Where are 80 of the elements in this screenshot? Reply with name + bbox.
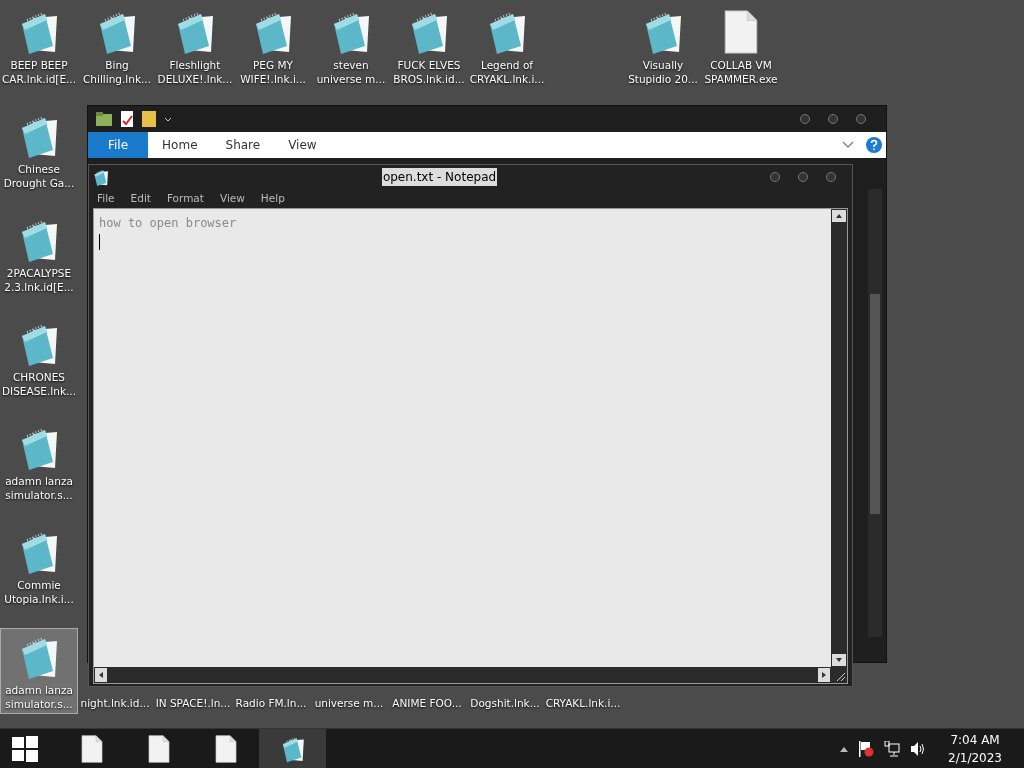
icon-label: Radio FM.ln... (234, 696, 308, 710)
document-icon[interactable] (120, 111, 134, 127)
desktop-icon[interactable]: adamn lanza simulator.s... (0, 420, 78, 506)
desktop-icon[interactable]: FUCK ELVES BROS.lnk.id... (390, 4, 468, 90)
desktop-icon[interactable]: 2PACALYPSE 2.3.lnk.id[E... (0, 212, 78, 298)
desktop-icon[interactable]: BEEP BEEP CAR.lnk.id[E... (0, 4, 78, 90)
dropdown-icon[interactable] (164, 115, 172, 123)
notepad-icon (93, 168, 109, 186)
menu-item[interactable]: Help (260, 190, 285, 207)
desktop-icon[interactable]: adamn lanza simulator.s... (0, 628, 78, 714)
icon-label: Bing Chilling.lnk... (83, 58, 151, 86)
scrollbar-thumb[interactable] (870, 294, 880, 514)
network-icon[interactable] (884, 740, 901, 757)
close-button[interactable] (826, 172, 836, 182)
icon-label: COLLAB VM SPAMMER.exe (704, 58, 778, 86)
desktop-icon[interactable]: Commie Utopia.lnk.i... (0, 524, 78, 610)
flag-icon[interactable] (858, 740, 875, 757)
icon-label: BEEP BEEP CAR.lnk.id[E... (1, 58, 77, 86)
desktop-icon[interactable]: Bing Chilling.lnk... (78, 4, 156, 90)
desktop-icon[interactable]: COLLAB VM SPAMMER.exe (702, 4, 780, 90)
menu-item[interactable]: Edit (130, 190, 151, 207)
chevron-up-icon[interactable] (840, 745, 849, 752)
icon-label: Legend of CRYAKL.lnk.i... (469, 58, 545, 86)
icon-label: Fleshlight DELUXE!.lnk... (157, 58, 233, 86)
icon-label: universe m... (313, 696, 385, 710)
desktop-icon[interactable]: CHRONES DISEASE.lnk... (0, 316, 78, 402)
scrollbar[interactable] (94, 667, 847, 683)
notepad-icon (280, 734, 305, 763)
icon-label: IN SPACE!.ln... (154, 696, 232, 710)
icon-label: CRYAKL.lnk.i... (544, 696, 622, 710)
scroll-right-icon[interactable] (817, 667, 847, 683)
taskbar-button[interactable] (259, 728, 326, 768)
scroll-left-icon[interactable] (94, 667, 108, 683)
maximize-button[interactable] (828, 114, 838, 124)
file-icon (79, 734, 104, 763)
text-cursor (99, 234, 100, 250)
file-icon (213, 734, 238, 763)
file-icon (146, 734, 171, 763)
scrollbar[interactable] (868, 189, 882, 637)
scroll-down-icon[interactable] (831, 653, 847, 667)
icon-label: Visually Stupidio 20... (628, 58, 698, 86)
menu-item[interactable]: View (219, 190, 245, 207)
maximize-button[interactable] (798, 172, 808, 182)
desktop-icon[interactable]: Visually Stupidio 20... (624, 4, 702, 90)
clock-time[interactable]: 7:04 AM (950, 730, 1000, 749)
icon-label: 2PACALYPSE 2.3.lnk.id[E... (4, 266, 74, 294)
icon-label: CHRONES DISEASE.lnk... (2, 370, 76, 398)
icon-label: Commie Utopia.lnk.i... (4, 578, 74, 606)
desktop-icon[interactable]: PEG MY WIFE!.lnk.i... (234, 4, 312, 90)
windows-logo-icon (12, 735, 38, 762)
icon-label: PEG MY WIFE!.lnk.i... (240, 58, 306, 86)
icon-label: ANIME FOO... (391, 696, 463, 710)
folder-icon[interactable] (96, 112, 112, 126)
icon-label: FUCK ELVES BROS.lnk.id... (393, 58, 465, 86)
scroll-up-icon[interactable] (831, 209, 847, 223)
desktop-icon[interactable]: steven universe m... (312, 4, 390, 90)
icon-label: night.lnk.id... (79, 696, 151, 710)
menu-item[interactable]: Format (166, 190, 204, 207)
close-button[interactable] (856, 114, 866, 124)
ribbon-tab[interactable]: View (274, 132, 331, 158)
ribbon-tab[interactable]: Share (211, 132, 275, 158)
icon-label: adamn lanza simulator.s... (5, 683, 73, 711)
icon-label: steven universe m... (316, 58, 386, 86)
desktop-icon[interactable]: Chinese Drought Ga... (0, 108, 78, 194)
help-icon[interactable] (866, 137, 882, 153)
scrollbar[interactable] (831, 209, 847, 667)
icon-label: adamn lanza simulator.s... (5, 474, 73, 502)
clock-date[interactable]: 2/1/2023 (948, 748, 1002, 767)
icon-label: Chinese Drought Ga... (3, 162, 75, 190)
minimize-button[interactable] (800, 114, 810, 124)
ribbon-tab[interactable]: File (88, 132, 149, 158)
icon-label: Dogshit.lnk... (469, 696, 541, 710)
desktop-icon[interactable]: Fleshlight DELUXE!.lnk... (156, 4, 234, 90)
window-title: open.txt - Notepad (381, 168, 498, 186)
menu-item[interactable]: File (97, 190, 115, 207)
desktop-icon[interactable]: Legend of CRYAKL.lnk.i... (468, 4, 546, 90)
chevron-down-icon[interactable] (842, 141, 854, 149)
ribbon-tab[interactable]: Home (148, 132, 212, 158)
minimize-button[interactable] (770, 172, 780, 182)
speaker-icon[interactable] (910, 740, 927, 757)
